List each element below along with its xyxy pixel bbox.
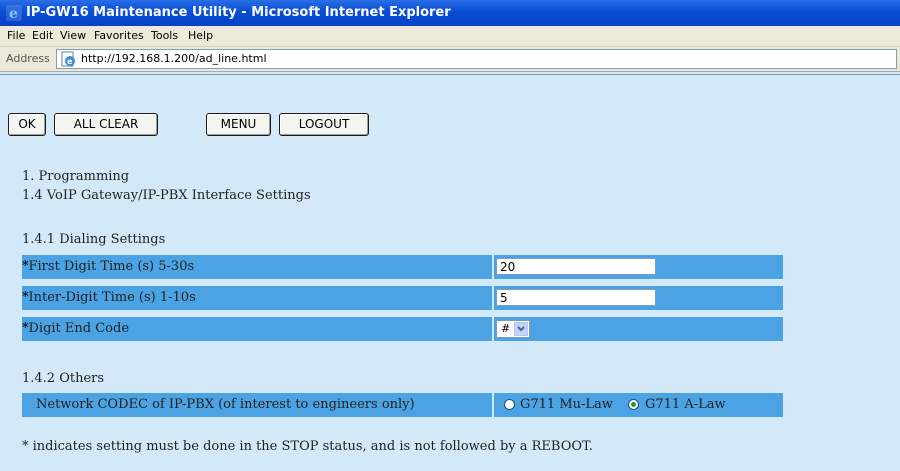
address-url: http://192.168.1.200/ad_line.html	[81, 52, 267, 65]
footnote: * indicates setting must be done in the …	[22, 439, 593, 454]
codec-a-law-radio[interactable]	[628, 399, 639, 410]
codec-mu-law-radio[interactable]	[504, 399, 515, 410]
digit-end-code-row: *Digit End Code #	[22, 317, 783, 341]
inter-digit-time-input[interactable]: 5	[496, 289, 656, 306]
others-title: 1.4.2 Others	[22, 371, 105, 386]
network-codec-label: Network CODEC of IP-PBX (of interest to …	[36, 397, 415, 412]
all-clear-button[interactable]: ALL CLEAR	[54, 113, 158, 136]
menu-view[interactable]: View	[60, 29, 86, 42]
subsection-heading: 1.4 VoIP Gateway/IP-PBX Interface Settin…	[22, 188, 311, 203]
menu-tools[interactable]: Tools	[151, 29, 178, 42]
digit-end-code-label: *Digit End Code	[22, 321, 130, 336]
digit-end-code-select[interactable]: #	[496, 320, 530, 338]
svg-text:e: e	[9, 6, 18, 21]
menu-edit[interactable]: Edit	[32, 29, 53, 42]
codec-mu-law-label[interactable]: G711 Mu-Law	[520, 397, 613, 412]
first-digit-time-input[interactable]: 20	[496, 258, 656, 275]
menu-file[interactable]: File	[7, 29, 25, 42]
ok-button[interactable]: OK	[8, 113, 46, 136]
codec-a-law-label[interactable]: G711 A-Law	[645, 397, 726, 412]
menu-button[interactable]: MENU	[206, 113, 271, 136]
address-input[interactable]: e http://192.168.1.200/ad_line.html	[56, 49, 897, 69]
menu-bar: File Edit View Favorites Tools Help	[0, 26, 900, 47]
dialing-settings-title: 1.4.1 Dialing Settings	[22, 232, 166, 247]
logout-button[interactable]: LOGOUT	[279, 113, 369, 136]
window-title-bar: e IP-GW16 Maintenance Utility - Microsof…	[0, 0, 900, 26]
chevron-down-icon[interactable]	[514, 322, 528, 336]
digit-end-code-value: #	[501, 322, 511, 335]
address-label: Address	[6, 52, 50, 65]
inter-digit-time-label: *Inter-Digit Time (s) 1-10s	[22, 290, 196, 305]
first-digit-time-row: *First Digit Time (s) 5-30s 20	[22, 255, 783, 279]
address-bar: Address e http://192.168.1.200/ad_line.h…	[0, 47, 900, 72]
first-digit-time-label: *First Digit Time (s) 5-30s	[22, 259, 195, 274]
window-title: IP-GW16 Maintenance Utility - Microsoft …	[26, 5, 451, 20]
network-codec-row: Network CODEC of IP-PBX (of interest to …	[22, 393, 783, 417]
page-icon: e	[61, 51, 75, 67]
section-heading: 1. Programming	[22, 169, 130, 184]
menu-help[interactable]: Help	[188, 29, 213, 42]
inter-digit-time-row: *Inter-Digit Time (s) 1-10s 5	[22, 286, 783, 310]
menu-favorites[interactable]: Favorites	[94, 29, 144, 42]
page-content: OK ALL CLEAR MENU LOGOUT 1. Programming …	[0, 74, 900, 471]
internet-explorer-icon: e	[6, 5, 22, 21]
svg-text:e: e	[67, 57, 73, 66]
